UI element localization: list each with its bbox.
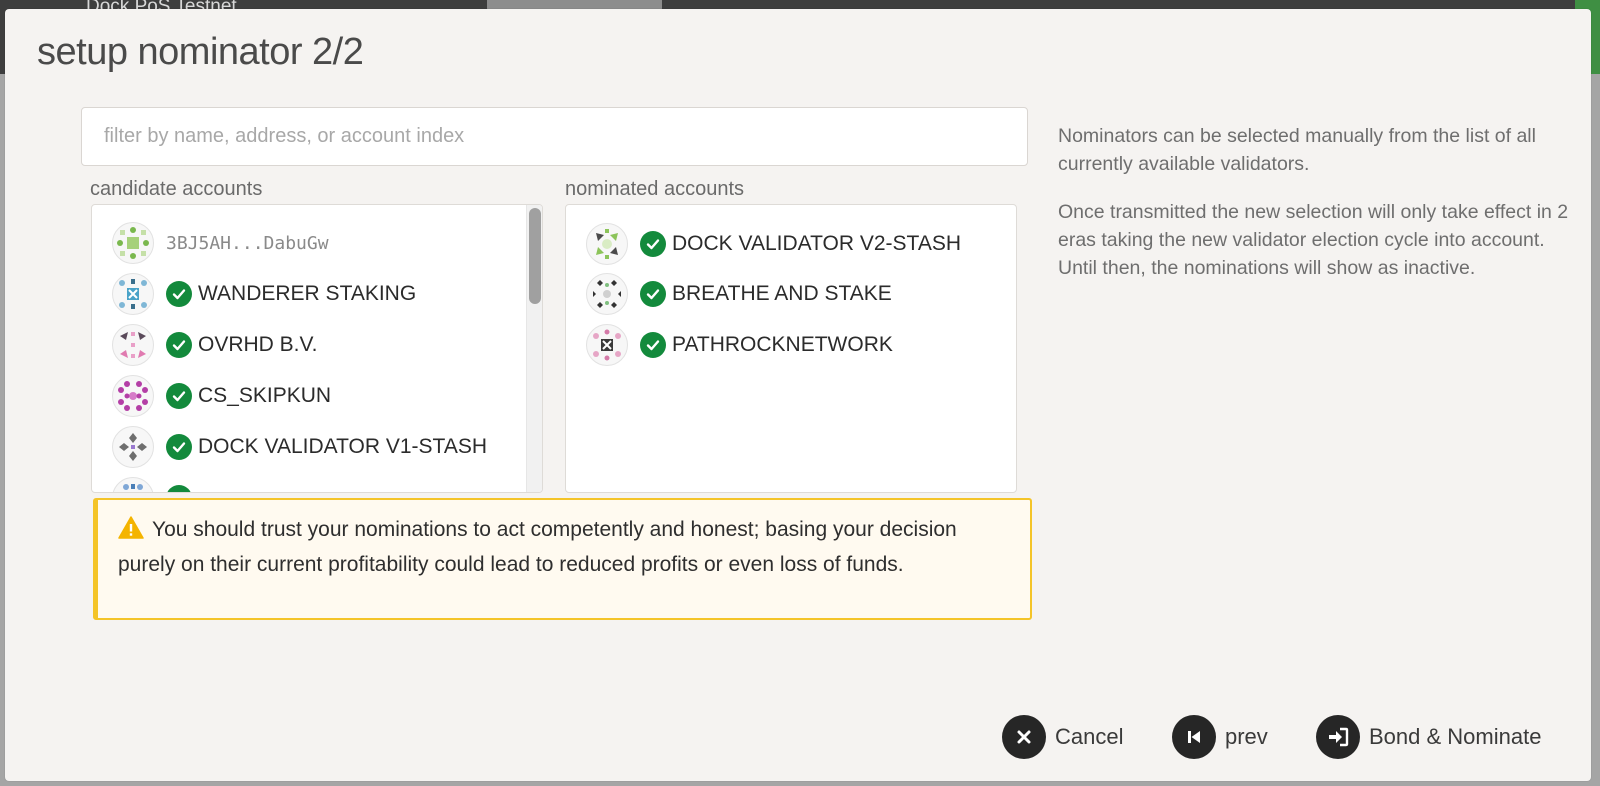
verified-check-icon <box>640 231 666 257</box>
candidate-account-row[interactable]: DOCK VALIDATOR V1-STASH <box>112 425 487 469</box>
candidate-account-row[interactable]: OVRHD B.V. <box>112 323 317 367</box>
help-paragraph: Once transmitted the new selection will … <box>1058 201 1569 279</box>
bond-and-nominate-button[interactable]: Bond & Nominate <box>1316 714 1541 760</box>
account-address: 3BJ5AH...DabuGw <box>166 232 329 254</box>
nominated-account-row[interactable]: BREATHE AND STAKE <box>586 272 892 316</box>
account-name: DOCK VALIDATOR V2-STASH <box>672 232 962 255</box>
candidate-account-row-partial[interactable] <box>112 476 192 492</box>
verified-check-icon <box>166 281 192 307</box>
help-paragraph: Nominators can be selected manually from… <box>1058 125 1536 175</box>
help-text: Nominators can be selected manually from… <box>1058 122 1578 302</box>
nominated-account-row[interactable]: DOCK VALIDATOR V2-STASH <box>586 222 961 266</box>
nominated-account-row[interactable]: PATHROCKNETWORK <box>586 323 893 367</box>
candidate-account-row[interactable]: WANDERER STAKING <box>112 272 416 316</box>
prev-button[interactable]: prev <box>1172 714 1268 760</box>
candidate-account-row[interactable]: 3BJ5AH...DabuGw <box>112 221 329 265</box>
cancel-button-label: Cancel <box>1055 724 1124 749</box>
verified-check-icon <box>166 485 192 492</box>
warning-text: You should trust your nominations to act… <box>118 518 957 576</box>
account-name: CS_SKIPKUN <box>198 384 332 407</box>
nominated-accounts-label: nominated accounts <box>565 178 745 200</box>
verified-check-icon <box>166 332 192 358</box>
warning-triangle-icon <box>118 516 144 549</box>
candidate-account-row[interactable]: CS_SKIPKUN <box>112 374 331 418</box>
identicon-icon <box>586 324 628 366</box>
verified-check-icon <box>640 332 666 358</box>
candidate-accounts-list[interactable]: 3BJ5AH...DabuGw WANDERER STAKING OVRHD B… <box>91 204 543 493</box>
candidate-list-scrollbar[interactable] <box>526 205 542 492</box>
nominated-accounts-list[interactable]: DOCK VALIDATOR V2-STASH BREATHE AND STAK… <box>565 204 1017 493</box>
account-name: DOCK VALIDATOR V1-STASH <box>198 435 488 458</box>
identicon-icon <box>112 426 154 468</box>
identicon-icon <box>112 273 154 315</box>
nomination-warning: You should trust your nominations to act… <box>93 498 1032 620</box>
step-backward-icon <box>1172 715 1216 759</box>
scrollbar-thumb[interactable] <box>529 208 541 304</box>
identicon-icon <box>586 223 628 265</box>
account-name: WANDERER STAKING <box>198 282 417 305</box>
cancel-button[interactable]: Cancel <box>1002 714 1123 760</box>
sign-in-icon <box>1316 715 1360 759</box>
verified-check-icon <box>166 383 192 409</box>
filter-input[interactable] <box>81 107 1028 166</box>
identicon-icon <box>112 477 154 492</box>
prev-button-label: prev <box>1225 724 1268 749</box>
account-name: PATHROCKNETWORK <box>672 333 893 356</box>
setup-nominator-modal: setup nominator 2/2 candidate accounts n… <box>5 9 1591 781</box>
verified-check-icon <box>640 281 666 307</box>
verified-check-icon <box>166 434 192 460</box>
identicon-icon <box>112 222 154 264</box>
candidate-accounts-label: candidate accounts <box>90 178 263 200</box>
account-name: OVRHD B.V. <box>198 333 318 356</box>
account-name: BREATHE AND STAKE <box>672 282 892 305</box>
identicon-icon <box>112 324 154 366</box>
identicon-icon <box>112 375 154 417</box>
close-icon <box>1002 715 1046 759</box>
bond-and-nominate-button-label: Bond & Nominate <box>1369 724 1542 749</box>
modal-title: setup nominator 2/2 <box>37 31 364 73</box>
identicon-icon <box>586 273 628 315</box>
